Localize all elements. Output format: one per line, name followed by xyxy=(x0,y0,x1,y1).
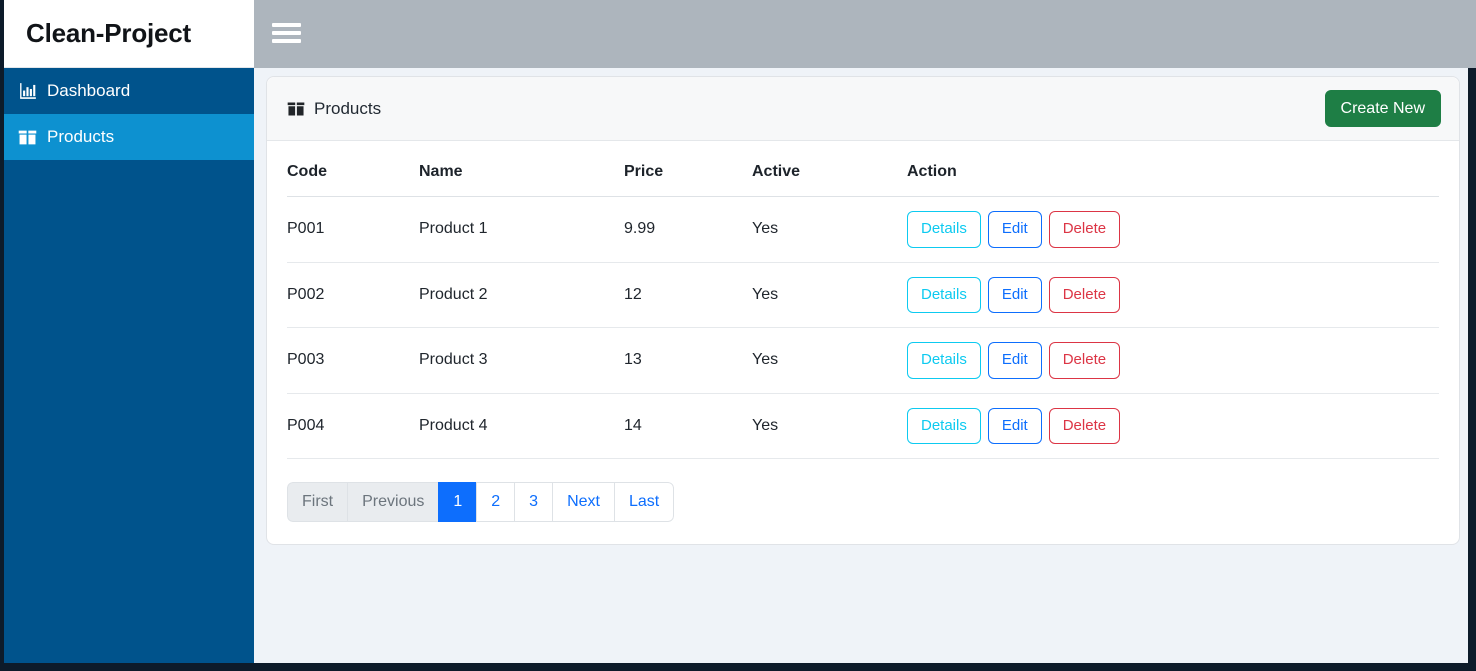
details-button[interactable]: Details xyxy=(907,211,981,248)
cell-price: 14 xyxy=(624,393,752,459)
sidebar-item-dashboard[interactable]: Dashboard xyxy=(4,68,254,114)
page-title: Products xyxy=(314,98,382,118)
brand-title: Clean-Project xyxy=(26,18,192,48)
row-actions: Details Edit Delete xyxy=(907,276,1439,313)
delete-button[interactable]: Delete xyxy=(1048,276,1121,313)
pagination-page-1[interactable]: 1 xyxy=(438,482,477,523)
edit-button[interactable]: Edit xyxy=(987,407,1042,444)
pagination-next[interactable]: Next xyxy=(552,482,614,523)
hamburger-line xyxy=(272,23,301,27)
box-icon xyxy=(18,128,37,147)
chart-bar-icon xyxy=(18,82,37,101)
window-edge-right xyxy=(1468,68,1476,671)
cell-action: Details Edit Delete xyxy=(907,327,1439,394)
edit-button[interactable]: Edit xyxy=(987,211,1042,248)
details-button[interactable]: Details xyxy=(907,342,981,379)
edit-button[interactable]: Edit xyxy=(987,342,1042,379)
sidebar: Clean-Project Dashboard Products xyxy=(4,0,254,663)
column-header-price: Price xyxy=(624,141,752,197)
cell-name: Product 4 xyxy=(419,393,624,459)
cell-active: Yes xyxy=(752,393,907,459)
cell-code: P002 xyxy=(287,262,419,328)
card-body: Code Name Price Active Action P001 Produ… xyxy=(267,141,1459,544)
delete-button[interactable]: Delete xyxy=(1048,407,1121,444)
cell-code: P001 xyxy=(287,196,419,263)
hamburger-line xyxy=(272,39,301,43)
cell-active: Yes xyxy=(752,262,907,328)
table-head: Code Name Price Active Action xyxy=(287,141,1439,197)
sidebar-nav: Dashboard Products xyxy=(4,68,254,160)
pagination-first[interactable]: First xyxy=(287,482,348,523)
pagination-page-3[interactable]: 3 xyxy=(514,482,553,523)
pagination-page-2[interactable]: 2 xyxy=(476,482,515,523)
pagination: First Previous 1 2 3 Next Last xyxy=(287,482,675,523)
pagination-last[interactable]: Last xyxy=(613,482,675,523)
delete-button[interactable]: Delete xyxy=(1048,342,1121,379)
table-row: P003 Product 3 13 Yes Details Edit Delet… xyxy=(287,327,1439,394)
app-window: Clean-Project Dashboard Products Product… xyxy=(0,0,1476,671)
pagination-previous[interactable]: Previous xyxy=(347,482,439,523)
delete-button[interactable]: Delete xyxy=(1048,211,1121,248)
table-body: P001 Product 1 9.99 Yes Details Edit Del… xyxy=(287,196,1439,459)
topbar xyxy=(254,0,1476,68)
products-table: Code Name Price Active Action P001 Produ… xyxy=(287,141,1439,459)
cell-active: Yes xyxy=(752,327,907,394)
table-row: P001 Product 1 9.99 Yes Details Edit Del… xyxy=(287,196,1439,263)
cell-active: Yes xyxy=(752,196,907,263)
cell-price: 9.99 xyxy=(624,196,752,263)
column-header-active: Active xyxy=(752,141,907,197)
card-title-group: Products xyxy=(287,99,381,119)
cell-code: P004 xyxy=(287,393,419,459)
sidebar-item-label: Dashboard xyxy=(47,81,131,100)
cell-price: 12 xyxy=(624,262,752,328)
column-header-name: Name xyxy=(419,141,624,197)
products-card: Products Create New Code Name Price Acti… xyxy=(266,76,1460,546)
sidebar-item-label: Products xyxy=(47,127,115,146)
table-row: P004 Product 4 14 Yes Details Edit Delet… xyxy=(287,393,1439,459)
details-button[interactable]: Details xyxy=(907,276,981,313)
table-row: P002 Product 2 12 Yes Details Edit Delet… xyxy=(287,262,1439,328)
card-header: Products Create New xyxy=(267,77,1459,141)
brand[interactable]: Clean-Project xyxy=(4,0,254,68)
cell-action: Details Edit Delete xyxy=(907,262,1439,328)
cell-price: 13 xyxy=(624,327,752,394)
edit-button[interactable]: Edit xyxy=(987,276,1042,313)
hamburger-icon[interactable] xyxy=(270,20,302,46)
cell-name: Product 1 xyxy=(419,196,624,263)
row-actions: Details Edit Delete xyxy=(907,211,1439,248)
cell-action: Details Edit Delete xyxy=(907,393,1439,459)
create-new-button[interactable]: Create New xyxy=(1324,89,1441,128)
sidebar-item-products[interactable]: Products xyxy=(4,114,254,160)
column-header-code: Code xyxy=(287,141,419,197)
box-icon xyxy=(287,100,305,118)
column-header-action: Action xyxy=(907,141,1439,197)
cell-name: Product 2 xyxy=(419,262,624,328)
cell-code: P003 xyxy=(287,327,419,394)
main-content: Products Create New Code Name Price Acti… xyxy=(254,68,1468,663)
row-actions: Details Edit Delete xyxy=(907,407,1439,444)
hamburger-line xyxy=(272,31,301,35)
cell-action: Details Edit Delete xyxy=(907,196,1439,263)
table-header-row: Code Name Price Active Action xyxy=(287,141,1439,197)
cell-name: Product 3 xyxy=(419,327,624,394)
details-button[interactable]: Details xyxy=(907,407,981,444)
row-actions: Details Edit Delete xyxy=(907,342,1439,379)
